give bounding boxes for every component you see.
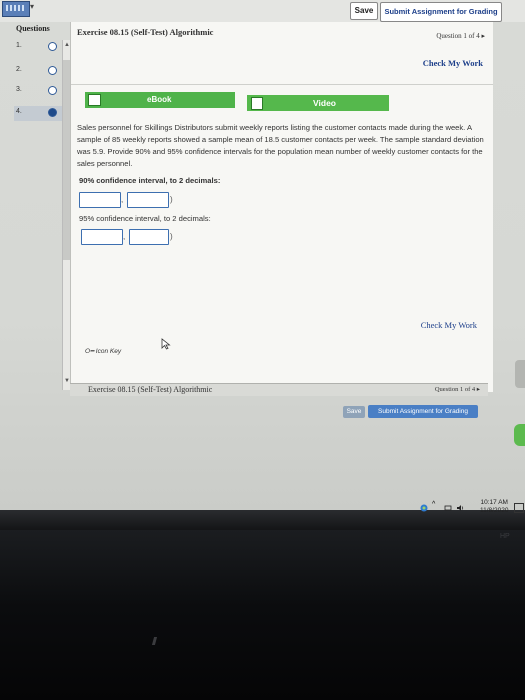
ci95-label: 95% confidence interval, to 2 decimals: <box>79 214 211 223</box>
ci95-lower-input[interactable] <box>81 229 123 245</box>
clock[interactable]: 10:17 AM 11/8/2020 <box>480 499 508 515</box>
check-my-work-link-bottom[interactable]: Check My Work <box>421 320 477 330</box>
chevron-down-icon[interactable]: ▾ <box>30 2 34 11</box>
save-button[interactable]: Save <box>350 2 378 20</box>
check-my-work-link[interactable]: Check My Work <box>423 58 483 68</box>
close-paren: ) <box>170 195 173 204</box>
keyboard-icon[interactable] <box>2 1 30 17</box>
volume-icon[interactable] <box>456 504 464 512</box>
question-counter-label: Question 1 of 4 <box>436 32 480 40</box>
question-counter[interactable]: Question 1 of 4 ▸ <box>436 32 485 40</box>
ci90-label: 90% confidence interval, to 2 decimals: <box>79 176 221 185</box>
close-paren: ) <box>170 232 173 241</box>
question-status-icon <box>48 42 57 51</box>
book-icon <box>88 94 101 106</box>
scrollbar-thumb[interactable] <box>63 60 70 260</box>
question-status-icon <box>48 66 57 75</box>
network-icon[interactable] <box>444 504 452 512</box>
comma-separator: , <box>121 195 124 204</box>
question-status-icon <box>48 108 57 117</box>
clock-time: 10:17 AM <box>480 499 508 506</box>
monitor-lower-area <box>0 530 525 700</box>
question-number: 1. <box>16 42 22 49</box>
comma-separator: , <box>123 232 126 241</box>
ci90-upper-input[interactable] <box>127 192 169 208</box>
side-green-tab[interactable] <box>514 424 525 446</box>
chevron-right-icon[interactable]: ▸ <box>481 32 485 40</box>
monitor-logo: HP <box>500 533 510 540</box>
security-icon[interactable] <box>420 504 428 512</box>
question-number: 2. <box>16 66 22 73</box>
question-number: 3. <box>16 86 22 93</box>
questions-header: Questions <box>16 24 50 33</box>
top-toolbar: ▾ Save Submit Assignment for Grading <box>0 0 525 22</box>
problem-text: Sales personnel for Skillings Distributo… <box>77 123 484 168</box>
notifications-icon[interactable] <box>514 503 524 513</box>
divider <box>71 84 493 85</box>
chevron-right-icon[interactable]: ▸ <box>477 386 480 393</box>
questions-panel: Questions 1. 2. 3. 4. <box>10 22 76 132</box>
submit-assignment-button-bottom[interactable]: Submit Assignment for Grading <box>368 405 478 418</box>
exercise-title: Exercise 08.15 (Self-Test) Algorithmic <box>77 27 214 37</box>
side-tab[interactable] <box>515 360 525 388</box>
status-question-counter[interactable]: Question 1 of 4 ▸ <box>435 385 480 393</box>
clock-date: 11/8/2020 <box>480 507 509 514</box>
key-icon: O━ <box>85 348 94 355</box>
ci90-lower-input[interactable] <box>79 192 121 208</box>
status-question-label: Question 1 of 4 <box>434 386 476 393</box>
ci95-upper-input[interactable] <box>129 229 169 245</box>
question-status-icon <box>48 86 57 95</box>
ebook-label: eBook <box>147 95 172 104</box>
question-number: 4. <box>16 108 22 115</box>
ebook-button[interactable]: eBook <box>85 92 235 108</box>
chevron-up-icon[interactable]: ^ <box>432 501 440 509</box>
submit-assignment-button[interactable]: Submit Assignment for Grading <box>380 2 502 22</box>
film-icon <box>251 97 263 110</box>
icon-key-label: Icon Key <box>95 348 122 355</box>
status-bar: Exercise 08.15 (Self-Test) Algorithmic Q… <box>70 383 488 396</box>
video-label: Video <box>313 98 336 108</box>
video-button[interactable]: Video <box>247 95 389 111</box>
icon-key[interactable]: O━ Icon Key <box>85 347 121 355</box>
status-exercise-title: Exercise 08.15 (Self-Test) Algorithmic <box>88 385 213 394</box>
question-main-panel: Exercise 08.15 (Self-Test) Algorithmic Q… <box>70 22 493 392</box>
mouse-cursor-icon <box>161 338 171 350</box>
save-button-bottom[interactable]: Save <box>343 406 365 418</box>
